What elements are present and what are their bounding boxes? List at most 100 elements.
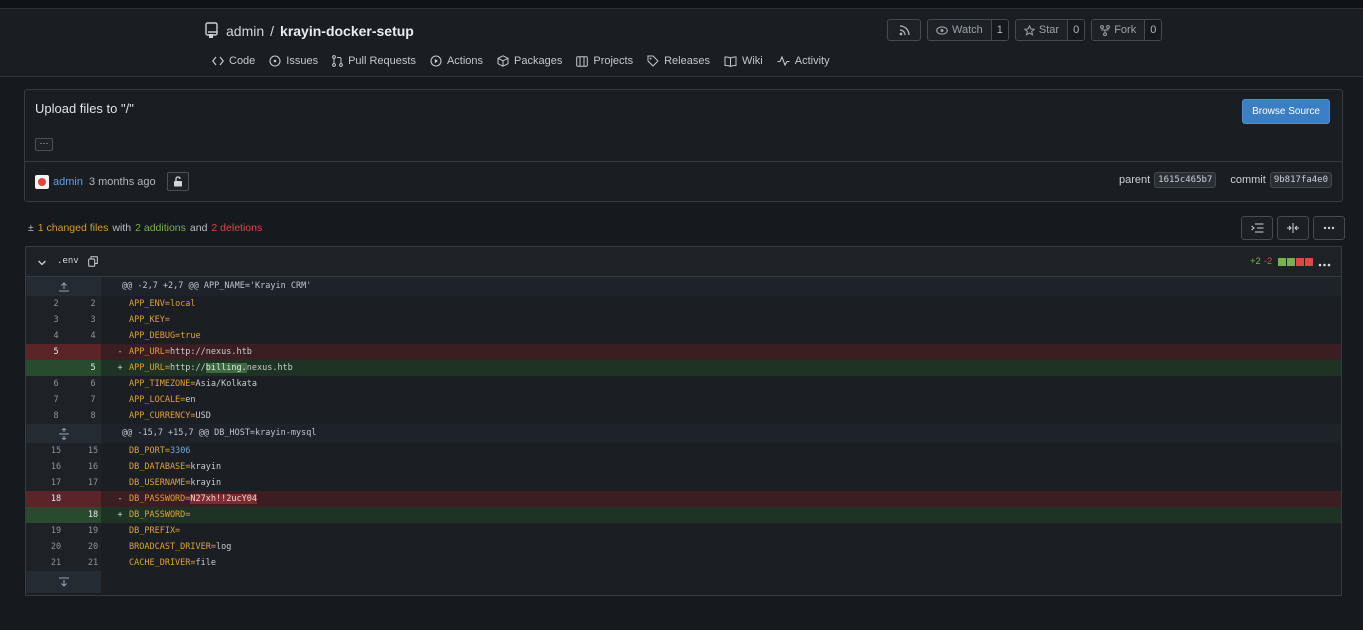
diff-stats-icon: ±	[28, 222, 34, 234]
diff-line: 6 6 APP_TIMEZONE=Asia/Kolkata	[26, 376, 1341, 392]
unlock-icon	[173, 176, 182, 187]
line-num-old[interactable]: 4	[37, 328, 75, 344]
line-code: CACHE_DRIVER=file	[129, 558, 217, 568]
tab-code[interactable]: Code	[212, 53, 262, 69]
watch-count[interactable]: 1	[990, 20, 1008, 40]
line-num-old[interactable]: 8	[37, 408, 75, 424]
diff-sign: +	[117, 510, 123, 520]
line-num-new[interactable]: 15	[74, 443, 112, 459]
file-tree-toggle-button[interactable]	[1241, 216, 1273, 240]
tab-projects[interactable]: Projects	[569, 53, 640, 69]
project-icon	[576, 55, 589, 67]
avatar[interactable]	[35, 174, 49, 189]
diff-line: 7 7 APP_LOCALE=en	[26, 392, 1341, 408]
file-diff: .env +2 -2 @@ -2,7 +2,7 @@ APP_NAME='Kra…	[25, 246, 1342, 596]
tab-activity[interactable]: Activity	[770, 53, 837, 69]
line-num-new[interactable]: 4	[74, 328, 112, 344]
split-view-button[interactable]	[1277, 216, 1309, 240]
fork-count[interactable]: 0	[1144, 20, 1162, 40]
line-num-old[interactable]: 20	[37, 539, 75, 555]
line-num-old[interactable]: 5	[37, 344, 75, 360]
line-num-new[interactable]: 17	[74, 475, 112, 491]
repo-nav: Code Issues Pull Requests Actions Packag…	[212, 53, 837, 69]
line-num-old[interactable]: 7	[37, 392, 75, 408]
file-options-button[interactable]	[1318, 256, 1331, 270]
commit-sha[interactable]: 9b817fa4e0	[1269, 172, 1332, 188]
line-code: DB_PASSWORD=N27xh!!2ucY04	[129, 494, 257, 504]
repo-title: admin / krayin-docker-setup	[204, 22, 414, 39]
line-num-new[interactable]: 5	[74, 360, 112, 376]
tab-issues-label: Issues	[286, 55, 319, 67]
fork-button[interactable]: Fork	[1092, 20, 1145, 40]
line-num-old[interactable]: 21	[37, 555, 75, 571]
commit-author-link[interactable]: admin	[53, 176, 83, 188]
line-num-new[interactable]: 6	[74, 376, 112, 392]
commit-label: commit	[1230, 174, 1266, 186]
top-strip	[0, 0, 1363, 9]
line-code: DB_USERNAME=krayin	[129, 478, 222, 488]
expand-up-icon	[59, 282, 69, 292]
line-num-new[interactable]: 2	[74, 296, 112, 312]
signature-button[interactable]	[166, 172, 189, 191]
line-code: APP_TIMEZONE=Asia/Kolkata	[129, 379, 257, 389]
line-code: DB_DATABASE=krayin	[129, 462, 222, 472]
repo-owner-link[interactable]: admin	[226, 23, 264, 39]
browse-source-button[interactable]: Browse Source	[1242, 99, 1330, 124]
diff-sign: -	[117, 494, 123, 504]
tab-packages[interactable]: Packages	[490, 53, 569, 69]
line-num-new[interactable]: 7	[74, 392, 112, 408]
line-num-old[interactable]: 3	[37, 312, 75, 328]
line-num-new[interactable]: 18	[74, 507, 112, 523]
line-num-new[interactable]: 21	[74, 555, 112, 571]
repo-header: admin / krayin-docker-setup Watch 1 Star…	[0, 9, 1363, 77]
tab-issues[interactable]: Issues	[262, 53, 325, 69]
line-code: DB_PASSWORD=	[129, 510, 191, 520]
line-code: APP_LOCALE=en	[129, 395, 196, 405]
star-count[interactable]: 0	[1067, 20, 1085, 40]
line-num-old[interactable]: 19	[37, 523, 75, 539]
star-button[interactable]: Star	[1015, 20, 1068, 40]
watch-label: Watch	[952, 24, 983, 36]
line-code: APP_ENV=local	[129, 299, 196, 309]
changed-files-link[interactable]: 1 changed files	[38, 222, 109, 234]
line-num-new[interactable]: 8	[74, 408, 112, 424]
tab-pull-requests[interactable]: Pull Requests	[325, 53, 423, 69]
tab-releases[interactable]: Releases	[640, 53, 717, 69]
line-num-old[interactable]: 16	[37, 459, 75, 475]
copy-path-button[interactable]	[88, 256, 98, 270]
line-num-old[interactable]: 6	[37, 376, 75, 392]
tab-actions-label: Actions	[446, 55, 484, 67]
line-num-new[interactable]: 20	[74, 539, 112, 555]
star-button-group: Star 0	[1014, 19, 1086, 41]
diff-line-deleted: 5 - APP_URL=http://nexus.htb	[26, 344, 1341, 360]
rss-icon	[899, 24, 910, 35]
collapse-file-button[interactable]	[37, 256, 47, 270]
tab-actions[interactable]: Actions	[423, 53, 490, 69]
line-num-new[interactable]: 19	[74, 523, 112, 539]
split-view-icon	[1287, 223, 1299, 233]
line-num-old[interactable]: 18	[37, 491, 75, 507]
tab-wiki[interactable]: Wiki	[717, 53, 770, 69]
line-num-new[interactable]: 3	[74, 312, 112, 328]
watch-button[interactable]: Watch	[928, 20, 991, 40]
rss-button[interactable]	[887, 19, 921, 41]
line-num-new[interactable]: 16	[74, 459, 112, 475]
line-code: APP_URL=http://nexus.htb	[129, 347, 252, 357]
line-code: APP_KEY=	[129, 315, 170, 325]
stats-and: and	[189, 222, 208, 234]
expand-down-button[interactable]	[58, 577, 70, 593]
diff-options-button[interactable]	[1313, 216, 1345, 240]
parent-sha-link[interactable]: 1615c465b7	[1154, 172, 1217, 188]
line-num-old[interactable]: 17	[37, 475, 75, 491]
line-num-old[interactable]: 15	[37, 443, 75, 459]
line-num-old[interactable]: 2	[37, 296, 75, 312]
diff-view-buttons	[1241, 216, 1345, 240]
diff-tail	[26, 571, 1341, 593]
repo-separator: /	[270, 22, 275, 39]
diff-stats: ± 1 changed files with 2 additions and 2…	[28, 222, 262, 234]
pulse-icon	[777, 56, 790, 66]
file-name[interactable]: .env	[57, 256, 79, 266]
diff-line: 15 15 DB_PORT=3306	[26, 443, 1341, 459]
commit-body-toggle[interactable]: ···	[35, 138, 53, 151]
repo-name-link[interactable]: krayin-docker-setup	[280, 23, 414, 39]
